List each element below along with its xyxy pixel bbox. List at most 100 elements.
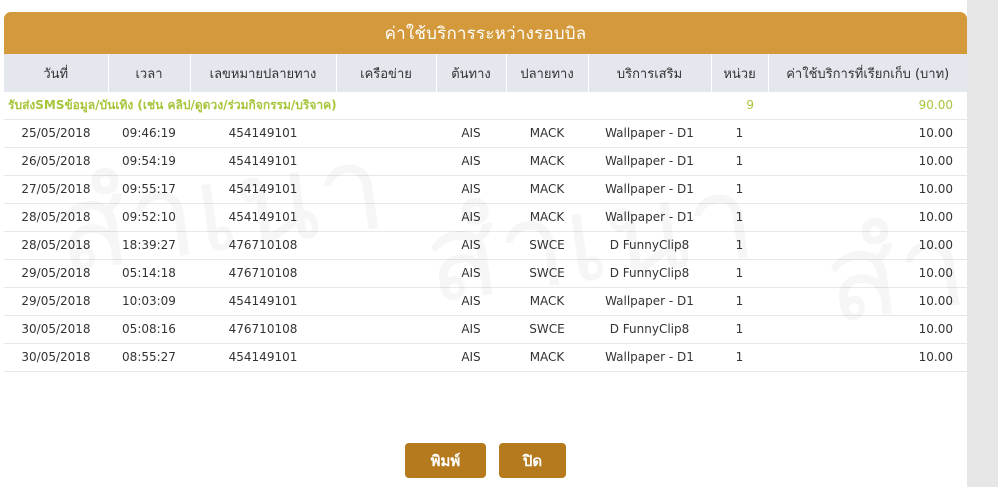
col-header-destination: ปลายทาง: [506, 54, 589, 92]
cell-time: 09:52:10: [108, 203, 190, 232]
table-row: 30/05/2018 05:08:16 476710108 AIS SWCE D Funn…: [4, 315, 967, 344]
table-row: 30/05/2018 08:55:27 454149101 AIS MACK Wallpa…: [4, 343, 967, 372]
cell-destination: SWCE: [506, 231, 588, 260]
cell-units: 1: [711, 231, 768, 260]
table-row: 26/05/2018 09:54:19 454149101 AIS MACK Wallpa…: [4, 147, 967, 176]
cell-destination: MACK: [506, 203, 588, 232]
cell-charge: 10.00: [768, 259, 967, 288]
table-row: 27/05/2018 09:55:17 454149101 AIS MACK Wallpa…: [4, 175, 967, 204]
cell-origin: AIS: [436, 231, 506, 260]
cell-dest-number: 454149101: [190, 287, 336, 316]
cell-dest-number: 454149101: [190, 343, 336, 372]
cell-network: [336, 287, 436, 316]
cell-network: [336, 231, 436, 260]
cell-origin: AIS: [436, 343, 506, 372]
cell-charge: 10.00: [768, 119, 967, 148]
cell-origin: AIS: [436, 259, 506, 288]
cell-time: 05:14:18: [108, 259, 190, 288]
cell-date: 30/05/2018: [4, 343, 108, 372]
cell-network: [336, 315, 436, 344]
cell-time: 18:39:27: [108, 231, 190, 260]
cell-date: 30/05/2018: [4, 315, 108, 344]
table-row: 29/05/2018 05:14:18 476710108 AIS SWCE D Funn…: [4, 259, 967, 288]
col-header-charge: ค่าใช้บริการที่เรียกเก็บ (บาท): [768, 54, 967, 92]
cell-origin: AIS: [436, 287, 506, 316]
col-header-date: วันที่: [4, 54, 109, 92]
cell-service: D FunnyClip8: [588, 315, 711, 344]
cell-dest-number: 476710108: [190, 259, 336, 288]
cell-destination: SWCE: [506, 315, 588, 344]
cell-service: Wallpaper - D1: [588, 287, 711, 316]
col-header-time: เวลา: [108, 54, 191, 92]
cell-origin: AIS: [436, 203, 506, 232]
cell-date: 28/05/2018: [4, 203, 108, 232]
cell-network: [336, 175, 436, 204]
cell-destination: MACK: [506, 147, 588, 176]
cell-origin: AIS: [436, 315, 506, 344]
cell-date: 29/05/2018: [4, 287, 108, 316]
cell-charge: 10.00: [768, 147, 967, 176]
cell-destination: MACK: [506, 175, 588, 204]
cell-charge: 10.00: [768, 287, 967, 316]
cell-network: [336, 343, 436, 372]
cell-units: 1: [711, 287, 768, 316]
cell-service: Wallpaper - D1: [588, 175, 711, 204]
cell-network: [336, 119, 436, 148]
col-header-network: เครือข่าย: [336, 54, 437, 92]
cell-units: 1: [711, 343, 768, 372]
close-button[interactable]: ปิด: [499, 443, 566, 478]
cell-network: [336, 147, 436, 176]
col-header-service: บริการเสริม: [588, 54, 712, 92]
table-header-row: วันที่ เวลา เลขหมายปลายทาง เครือข่าย ต้น…: [4, 54, 967, 92]
group-label: รับส่งSMSข้อมูล/บันเทิง (เช่น คลิป/ดูดวง…: [4, 92, 711, 120]
group-units: 9: [711, 92, 768, 120]
cell-date: 25/05/2018: [4, 119, 108, 148]
cell-date: 27/05/2018: [4, 175, 108, 204]
cell-destination: MACK: [506, 119, 588, 148]
cell-units: 1: [711, 147, 768, 176]
cell-time: 10:03:09: [108, 287, 190, 316]
cell-charge: 10.00: [768, 175, 967, 204]
usage-table: วันที่ เวลา เลขหมายปลายทาง เครือข่าย ต้น…: [4, 54, 967, 372]
cell-dest-number: 476710108: [190, 315, 336, 344]
print-button[interactable]: พิมพ์: [405, 443, 486, 478]
cell-date: 26/05/2018: [4, 147, 108, 176]
cell-origin: AIS: [436, 119, 506, 148]
cell-charge: 10.00: [768, 203, 967, 232]
cell-time: 08:55:27: [108, 343, 190, 372]
cell-dest-number: 454149101: [190, 147, 336, 176]
cell-units: 1: [711, 315, 768, 344]
cell-destination: MACK: [506, 343, 588, 372]
table-row: 25/05/2018 09:46:19 454149101 AIS MACK Wallpa…: [4, 119, 967, 148]
cell-service: D FunnyClip8: [588, 231, 711, 260]
page-scroll-area: [967, 0, 998, 487]
cell-dest-number: 454149101: [190, 175, 336, 204]
cell-service: D FunnyClip8: [588, 259, 711, 288]
cell-network: [336, 259, 436, 288]
cell-service: Wallpaper - D1: [588, 203, 711, 232]
cell-dest-number: 454149101: [190, 119, 336, 148]
cell-charge: 10.00: [768, 315, 967, 344]
cell-units: 1: [711, 203, 768, 232]
cell-network: [336, 203, 436, 232]
cell-date: 29/05/2018: [4, 259, 108, 288]
cell-service: Wallpaper - D1: [588, 343, 711, 372]
col-header-origin: ต้นทาง: [436, 54, 507, 92]
cell-date: 28/05/2018: [4, 231, 108, 260]
cell-destination: SWCE: [506, 259, 588, 288]
cell-time: 09:54:19: [108, 147, 190, 176]
col-header-units: หน่วย: [711, 54, 769, 92]
cell-service: Wallpaper - D1: [588, 147, 711, 176]
cell-time: 09:55:17: [108, 175, 190, 204]
group-total: 90.00: [768, 92, 967, 120]
cell-units: 1: [711, 175, 768, 204]
cell-time: 05:08:16: [108, 315, 190, 344]
cell-service: Wallpaper - D1: [588, 119, 711, 148]
dialog-title: ค่าใช้บริการระหว่างรอบบิล: [4, 12, 967, 54]
cell-origin: AIS: [436, 175, 506, 204]
billing-dialog: สำเนา สำเนา สำเนา ค่าใช้บริการระหว่างรอบ…: [4, 12, 967, 487]
cell-dest-number: 454149101: [190, 203, 336, 232]
cell-origin: AIS: [436, 147, 506, 176]
cell-time: 09:46:19: [108, 119, 190, 148]
cell-charge: 10.00: [768, 231, 967, 260]
